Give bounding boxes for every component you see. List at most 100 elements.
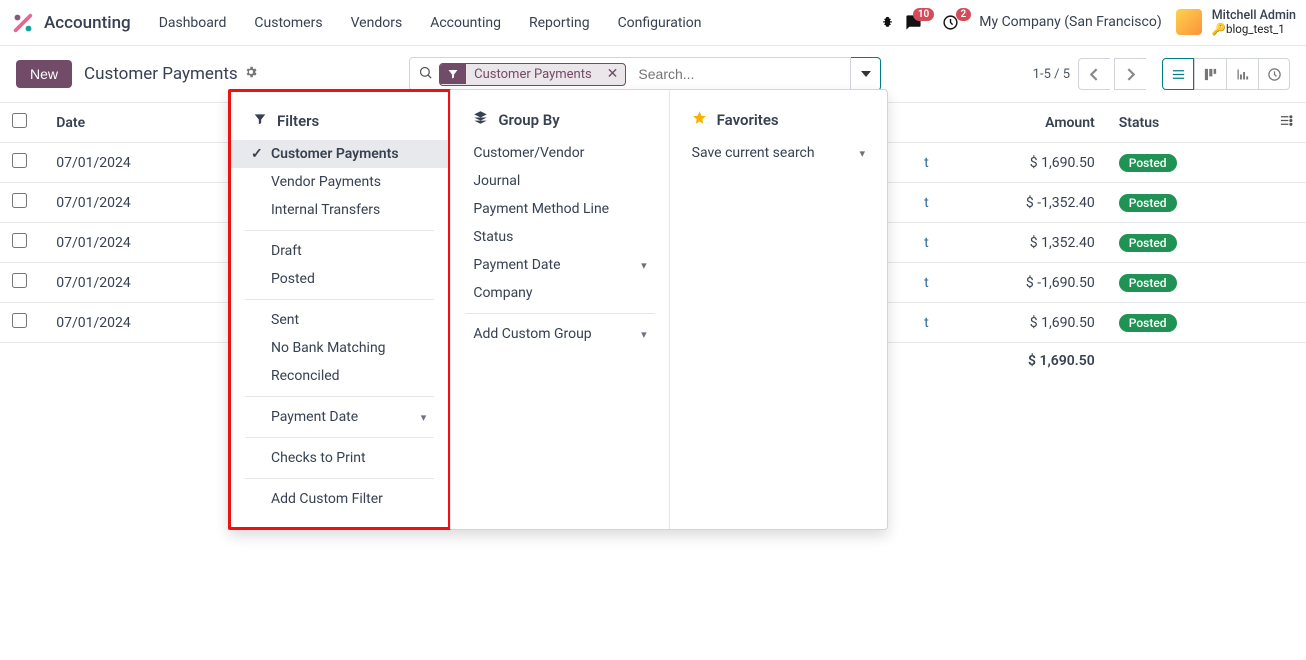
- status-badge: Posted: [1119, 274, 1177, 292]
- filter-payment-date[interactable]: Payment Date▾: [231, 403, 448, 431]
- pager-prev-button[interactable]: [1078, 58, 1110, 90]
- cell-status: Posted: [1107, 223, 1251, 263]
- pager-next-button[interactable]: [1114, 58, 1146, 90]
- pager: 1-5 / 5: [1033, 58, 1290, 90]
- nav-item-accounting[interactable]: Accounting: [416, 7, 515, 39]
- search-options-dropdown: Filters Customer Payments Vendor Payment…: [228, 89, 888, 530]
- view-list-button[interactable]: [1162, 58, 1194, 90]
- funnel-icon[interactable]: [440, 64, 466, 84]
- filter-vendor-payments[interactable]: Vendor Payments: [231, 168, 448, 196]
- filter-sent[interactable]: Sent: [231, 306, 448, 334]
- filter-internal-transfers[interactable]: Internal Transfers: [231, 196, 448, 224]
- cell-amount: $ 1,690.50: [941, 143, 1107, 183]
- search-icon[interactable]: [418, 65, 433, 84]
- nav-item-dashboard[interactable]: Dashboard: [145, 7, 241, 39]
- new-button[interactable]: New: [16, 60, 72, 88]
- pager-text[interactable]: 1-5 / 5: [1033, 67, 1070, 82]
- cell-date: 07/01/2024: [44, 263, 232, 303]
- nav-item-vendors[interactable]: Vendors: [337, 7, 417, 39]
- filter-draft[interactable]: Draft: [231, 237, 448, 265]
- user-name: Mitchell Admin: [1212, 9, 1296, 23]
- activities-badge: 2: [956, 8, 972, 21]
- gear-icon[interactable]: [244, 64, 258, 84]
- select-all-checkbox[interactable]: [12, 113, 27, 128]
- nav-menu: Dashboard Customers Vendors Accounting R…: [145, 7, 716, 39]
- app-logo-icon[interactable]: [12, 12, 34, 34]
- facet-label: Customer Payments: [466, 64, 600, 85]
- row-checkbox[interactable]: [12, 273, 27, 288]
- row-checkbox[interactable]: [12, 193, 27, 208]
- groupby-company[interactable]: Company: [451, 279, 668, 307]
- groupby-title: Group By: [498, 111, 559, 129]
- cell-amount: $ 1,352.40: [941, 223, 1107, 263]
- view-kanban-button[interactable]: [1194, 58, 1226, 90]
- nav-item-reporting[interactable]: Reporting: [515, 7, 604, 39]
- nav-item-customers[interactable]: Customers: [240, 7, 336, 39]
- status-badge: Posted: [1119, 234, 1177, 252]
- filter-checks-to-print[interactable]: Checks to Print: [231, 444, 448, 472]
- filter-customer-payments[interactable]: Customer Payments: [231, 140, 448, 168]
- search-box: Customer Payments ✕: [409, 57, 851, 91]
- chevron-down-icon: ▾: [641, 259, 647, 272]
- col-date[interactable]: Date: [44, 103, 232, 143]
- cell-date: 07/01/2024: [44, 223, 232, 263]
- groupby-journal[interactable]: Journal: [451, 167, 668, 195]
- key-icon: 🔑: [1212, 22, 1226, 36]
- navbar: Accounting Dashboard Customers Vendors A…: [0, 0, 1306, 46]
- chevron-down-icon: ▾: [859, 147, 865, 160]
- groupby-customer-vendor[interactable]: Customer/Vendor: [451, 139, 668, 167]
- cell-date: 07/01/2024: [44, 183, 232, 223]
- columns-options-icon[interactable]: [1279, 116, 1294, 132]
- app-name[interactable]: Accounting: [44, 13, 131, 33]
- search-input[interactable]: [630, 58, 850, 90]
- filters-column: Filters Customer Payments Vendor Payment…: [228, 89, 451, 530]
- messages-badge: 10: [913, 8, 934, 21]
- chevron-down-icon: ▾: [421, 411, 427, 424]
- user-db: blog_test_1: [1226, 22, 1285, 36]
- groupby-column: Group By Customer/Vendor Journal Payment…: [450, 90, 668, 529]
- groupby-status[interactable]: Status: [451, 223, 668, 251]
- search-wrap: Customer Payments ✕: [409, 57, 881, 91]
- favorites-column: Favorites Save current search▾: [669, 90, 887, 529]
- messages-icon[interactable]: 10: [905, 14, 922, 31]
- row-checkbox[interactable]: [12, 233, 27, 248]
- view-activity-button[interactable]: [1258, 58, 1290, 90]
- cell-amount: $ 1,690.50: [941, 303, 1107, 343]
- company-selector[interactable]: My Company (San Francisco): [979, 14, 1161, 30]
- favorites-save-current[interactable]: Save current search▾: [670, 139, 887, 167]
- status-badge: Posted: [1119, 154, 1177, 172]
- favorites-title: Favorites: [717, 111, 779, 129]
- groupby-payment-method-line[interactable]: Payment Method Line: [451, 195, 668, 223]
- filter-add-custom[interactable]: Add Custom Filter: [231, 485, 448, 513]
- cell-status: Posted: [1107, 183, 1251, 223]
- view-switcher: [1162, 58, 1290, 90]
- star-icon: [692, 110, 707, 129]
- user-menu[interactable]: Mitchell Admin 🔑blog_test_1: [1212, 9, 1296, 35]
- funnel-icon: [253, 112, 267, 130]
- row-checkbox[interactable]: [12, 153, 27, 168]
- groupby-add-custom[interactable]: Add Custom Group▾: [451, 320, 668, 348]
- chevron-down-icon: ▾: [641, 328, 647, 341]
- activities-icon[interactable]: 2: [942, 14, 959, 31]
- search-facet: Customer Payments ✕: [439, 63, 626, 86]
- layers-icon: [473, 110, 488, 129]
- total-amount: $ 1,690.50: [941, 343, 1107, 380]
- cell-amount: $ -1,690.50: [941, 263, 1107, 303]
- view-graph-button[interactable]: [1226, 58, 1258, 90]
- search-options-toggle[interactable]: [851, 57, 881, 91]
- bug-icon[interactable]: [880, 15, 895, 30]
- cell-amount: $ -1,352.40: [941, 183, 1107, 223]
- filter-no-bank-matching[interactable]: No Bank Matching: [231, 334, 448, 362]
- facet-remove-icon[interactable]: ✕: [600, 66, 626, 82]
- row-checkbox[interactable]: [12, 313, 27, 328]
- col-amount[interactable]: Amount: [941, 103, 1107, 143]
- breadcrumb: Customer Payments: [84, 64, 238, 84]
- cell-date: 07/01/2024: [44, 143, 232, 183]
- filter-reconciled[interactable]: Reconciled: [231, 362, 448, 390]
- avatar[interactable]: [1176, 9, 1202, 35]
- groupby-payment-date[interactable]: Payment Date▾: [451, 251, 668, 279]
- filters-title: Filters: [277, 112, 319, 130]
- nav-item-configuration[interactable]: Configuration: [604, 7, 716, 39]
- col-status[interactable]: Status: [1107, 103, 1251, 143]
- filter-posted[interactable]: Posted: [231, 265, 448, 293]
